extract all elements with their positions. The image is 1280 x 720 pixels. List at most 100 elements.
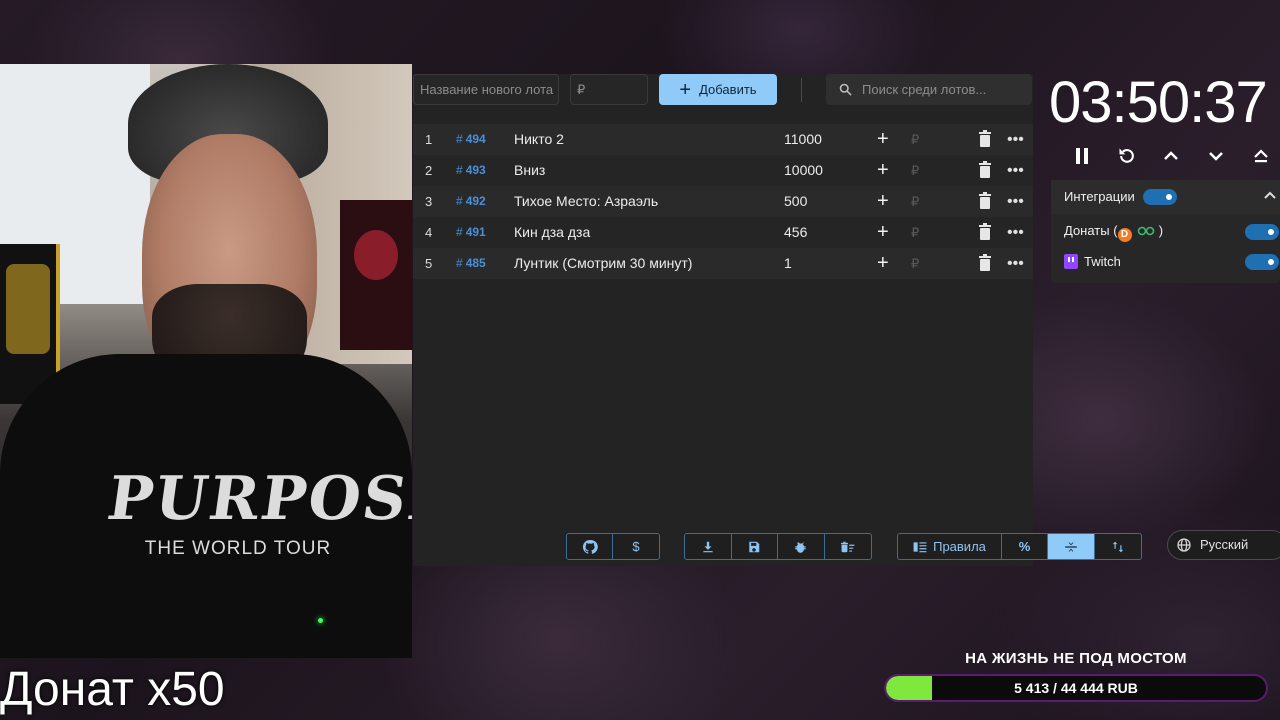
lot-toolbar: Название нового лота ₽ + Добавить Поиск … [413, 74, 1033, 106]
hash-icon: # [456, 225, 463, 239]
lot-name[interactable]: Никто 2 [514, 124, 564, 155]
percent-button[interactable]: % [1002, 534, 1048, 559]
link-icon [1137, 226, 1155, 236]
new-lot-name-input[interactable]: Название нового лота [413, 74, 559, 105]
lot-amount[interactable]: 11000 [784, 124, 822, 155]
lot-id[interactable]: #485 [456, 248, 486, 279]
add-amount-button[interactable]: + [877, 186, 889, 217]
goal-title: НА ЖИЗНЬ НЕ ПОД МОСТОМ [965, 650, 1187, 667]
download-button[interactable] [685, 534, 732, 559]
rules-button[interactable]: Правила [898, 534, 1002, 559]
search-placeholder: Поиск среди лотов... [862, 82, 987, 97]
lot-position: 1 [425, 132, 433, 147]
lot-amount[interactable]: 456 [784, 217, 807, 248]
lot-list: 1 #494 Никто 2 11000 + ₽ ••• 2 #493 Вниз… [413, 124, 1033, 279]
chevron-up-icon[interactable] [1264, 188, 1276, 204]
lot-id-value: 494 [465, 132, 486, 146]
add-amount-button[interactable]: + [877, 124, 889, 155]
new-lot-price-input[interactable]: ₽ [570, 74, 648, 105]
extra-amount-input[interactable]: ₽ [911, 217, 919, 248]
lot-name[interactable]: Кин дза дза [514, 217, 590, 248]
lot-id-value: 491 [465, 225, 486, 239]
extra-amount-input[interactable]: ₽ [911, 124, 919, 155]
integrations-header[interactable]: Интеграции [1051, 180, 1280, 214]
compact-view-button[interactable] [1048, 534, 1095, 559]
save-button[interactable] [732, 534, 778, 559]
lot-row[interactable]: 5 #485 Лунтик (Смотрим 30 минут) 1 + ₽ •… [413, 248, 1033, 279]
webcam-feed: PURPOSE THE WORLD TOUR [0, 64, 412, 658]
auction-timer: 03:50:37 [1049, 70, 1268, 135]
sort-button[interactable] [1095, 534, 1141, 559]
lot-row[interactable]: 4 #491 Кин дза дза 456 + ₽ ••• [413, 217, 1033, 248]
clear-lots-button[interactable] [825, 534, 871, 559]
chevron-down-icon [1209, 152, 1223, 161]
delete-icon[interactable] [977, 248, 995, 279]
double-time-button[interactable] [1249, 142, 1273, 170]
bug-report-button[interactable] [778, 534, 825, 559]
add-amount-button[interactable]: + [877, 155, 889, 186]
lot-id-value: 492 [465, 194, 486, 208]
globe-icon [1177, 538, 1191, 552]
lot-id[interactable]: #493 [456, 155, 486, 186]
more-options-icon[interactable]: ••• [1007, 155, 1024, 186]
lot-position: 3 [425, 194, 433, 209]
extra-amount-input[interactable]: ₽ [911, 186, 919, 217]
lot-position: 4 [425, 225, 433, 240]
pause-button[interactable] [1070, 142, 1094, 170]
donate-button[interactable]: $ [613, 534, 659, 559]
github-icon [582, 539, 598, 554]
lot-id[interactable]: #494 [456, 124, 486, 155]
lot-id[interactable]: #491 [456, 217, 486, 248]
twitch-toggle[interactable] [1245, 254, 1279, 270]
lot-row[interactable]: 2 #493 Вниз 10000 + ₽ ••• [413, 155, 1033, 186]
poster [340, 200, 412, 350]
add-amount-button[interactable]: + [877, 217, 889, 248]
hash-icon: # [456, 194, 463, 208]
language-label: Русский [1200, 537, 1249, 552]
shirt-print: PURPOSE THE WORLD TOUR [103, 464, 412, 560]
extra-amount-input[interactable]: ₽ [911, 155, 919, 186]
auction-panel: Название нового лота ₽ + Добавить Поиск … [413, 74, 1033, 566]
delete-icon[interactable] [977, 124, 995, 155]
lot-id-value: 493 [465, 163, 486, 177]
bug-icon [794, 541, 806, 553]
delete-icon[interactable] [977, 155, 995, 186]
integrations-toggle[interactable] [1143, 189, 1177, 205]
delete-icon[interactable] [977, 186, 995, 217]
lot-name[interactable]: Тихое Место: Азраэль [514, 186, 658, 217]
add-lot-button[interactable]: + Добавить [659, 74, 777, 105]
extra-amount-input[interactable]: ₽ [911, 248, 919, 279]
lot-name[interactable]: Вниз [514, 155, 545, 186]
more-options-icon[interactable]: ••• [1007, 186, 1024, 217]
lot-amount[interactable]: 10000 [784, 155, 823, 186]
subtract-time-button[interactable] [1204, 142, 1228, 170]
more-options-icon[interactable]: ••• [1007, 248, 1024, 279]
github-button[interactable] [567, 534, 613, 559]
lot-row[interactable]: 3 #492 Тихое Место: Азраэль 500 + ₽ ••• [413, 186, 1033, 217]
more-options-icon[interactable]: ••• [1007, 124, 1024, 155]
delete-icon[interactable] [977, 217, 995, 248]
lot-id[interactable]: #492 [456, 186, 486, 217]
swap-vertical-icon [1112, 541, 1124, 552]
goal-progress-text: 5 413 / 44 444 RUB [1014, 680, 1138, 696]
donationalerts-icon: D [1117, 228, 1132, 242]
lot-amount[interactable]: 500 [784, 186, 807, 217]
add-amount-button[interactable]: + [877, 248, 889, 279]
more-options-icon[interactable]: ••• [1007, 217, 1024, 248]
reset-timer-button[interactable] [1115, 142, 1139, 170]
lot-position: 2 [425, 163, 433, 178]
reset-icon [1119, 148, 1134, 163]
shirt-title: PURPOSE [103, 464, 412, 534]
lot-search-input[interactable]: Поиск среди лотов... [826, 74, 1032, 105]
lot-amount[interactable]: 1 [784, 248, 792, 279]
lot-name[interactable]: Лунтик (Смотрим 30 минут) [514, 248, 692, 279]
donations-toggle[interactable] [1245, 224, 1279, 240]
donation-multiplier-label: Донат x50 [0, 663, 225, 716]
donations-suffix: ) [1155, 223, 1164, 238]
twitch-icon [1064, 254, 1078, 269]
add-time-button[interactable] [1159, 142, 1183, 170]
language-select[interactable]: Русский [1167, 530, 1280, 560]
links-group: $ [566, 533, 660, 560]
rules-icon [913, 541, 927, 552]
lot-row[interactable]: 1 #494 Никто 2 11000 + ₽ ••• [413, 124, 1033, 155]
